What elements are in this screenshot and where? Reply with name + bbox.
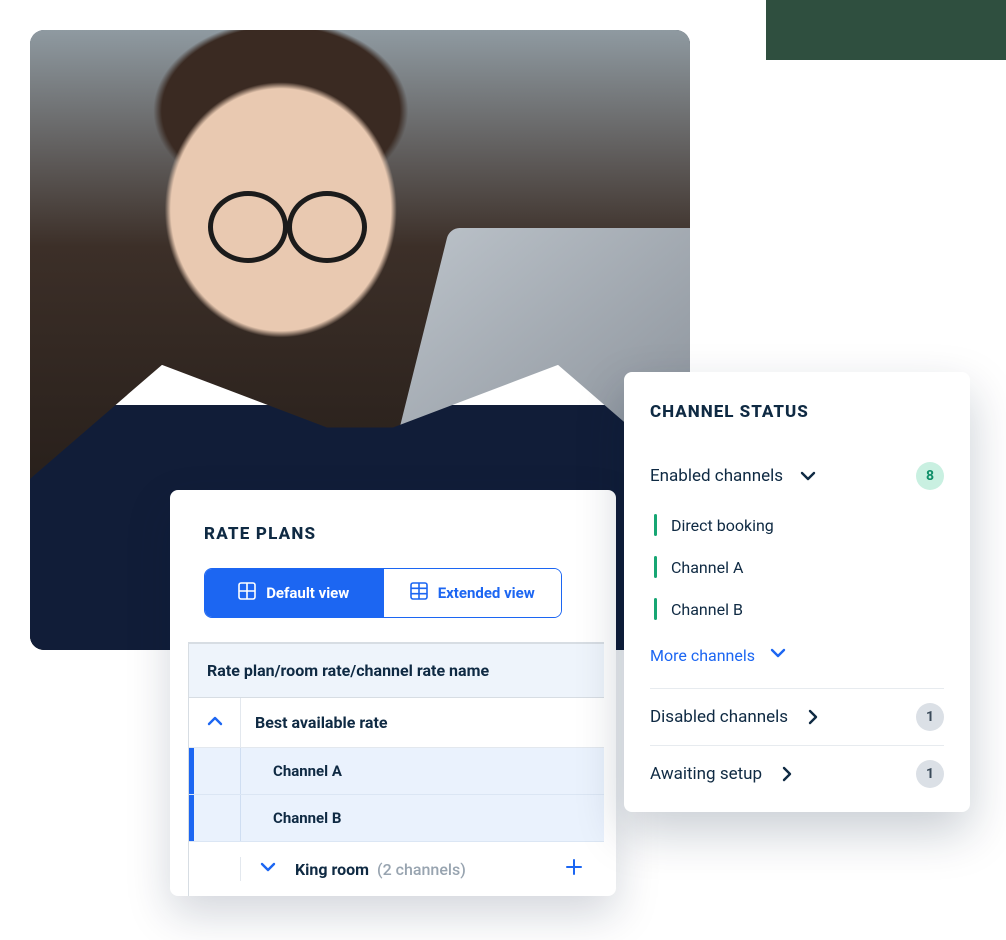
room-rate-row[interactable]: King room (2 channels)	[189, 842, 604, 896]
rate-plans-card: RATE PLANS Default view Extended view Ra…	[170, 490, 616, 896]
rate-plan-label: Best available rate	[241, 698, 604, 747]
enabled-indicator-icon	[654, 556, 657, 578]
disabled-channels-row[interactable]: Disabled channels 1	[650, 688, 944, 745]
plus-icon	[564, 855, 584, 883]
enabled-indicator-icon	[654, 598, 657, 620]
awaiting-count-badge: 1	[916, 760, 944, 788]
channel-name: Channel B	[671, 600, 743, 619]
channel-item[interactable]: Channel B	[650, 588, 944, 630]
channel-label: Channel B	[241, 795, 604, 841]
channel-item[interactable]: Direct booking	[650, 504, 944, 546]
channel-name: Direct booking	[671, 516, 774, 535]
enabled-indicator-icon	[654, 514, 657, 536]
room-rate-label: King room	[295, 860, 369, 879]
channel-row[interactable]: Channel B	[189, 795, 604, 842]
awaiting-setup-label: Awaiting setup	[650, 764, 762, 784]
more-channels-button[interactable]: More channels	[650, 630, 944, 688]
rate-plans-table-header: Rate plan/room rate/channel rate name	[189, 643, 604, 698]
enabled-count-badge: 8	[916, 462, 944, 490]
extended-view-button[interactable]: Extended view	[383, 569, 562, 617]
expand-toggle[interactable]	[241, 858, 295, 880]
add-channel-button[interactable]	[564, 857, 584, 881]
rate-plans-title: RATE PLANS	[170, 524, 616, 568]
more-channels-label: More channels	[650, 646, 755, 665]
rate-plan-row[interactable]: Best available rate	[189, 698, 604, 748]
disabled-channels-label: Disabled channels	[650, 707, 788, 727]
chevron-down-icon	[799, 467, 817, 485]
chevron-down-icon	[769, 644, 787, 666]
channel-status-title: CHANNEL STATUS	[650, 402, 944, 422]
enabled-channels-row[interactable]: Enabled channels 8	[650, 448, 944, 504]
chevron-up-icon	[206, 712, 224, 734]
awaiting-setup-row[interactable]: Awaiting setup 1	[650, 745, 944, 802]
channel-item[interactable]: Channel A	[650, 546, 944, 588]
view-toggle: Default view Extended view	[204, 568, 562, 618]
channel-row[interactable]: Channel A	[189, 748, 604, 795]
room-rate-count: (2 channels)	[377, 860, 466, 879]
collapse-toggle[interactable]	[189, 698, 241, 747]
chevron-down-icon	[259, 858, 277, 880]
columns-icon	[410, 582, 428, 604]
default-view-button[interactable]: Default view	[205, 569, 383, 617]
chevron-right-icon	[778, 765, 796, 783]
enabled-channels-label: Enabled channels	[650, 466, 783, 486]
channel-name: Channel A	[671, 558, 743, 577]
default-view-label: Default view	[266, 584, 349, 602]
grid-icon	[238, 582, 256, 604]
decorative-block	[766, 0, 1006, 60]
channel-label: Channel A	[241, 748, 604, 794]
chevron-right-icon	[804, 708, 822, 726]
channel-status-card: CHANNEL STATUS Enabled channels 8 Direct…	[624, 372, 970, 812]
extended-view-label: Extended view	[438, 584, 535, 602]
rate-plans-table: Rate plan/room rate/channel rate name Be…	[188, 642, 604, 896]
disabled-count-badge: 1	[916, 703, 944, 731]
